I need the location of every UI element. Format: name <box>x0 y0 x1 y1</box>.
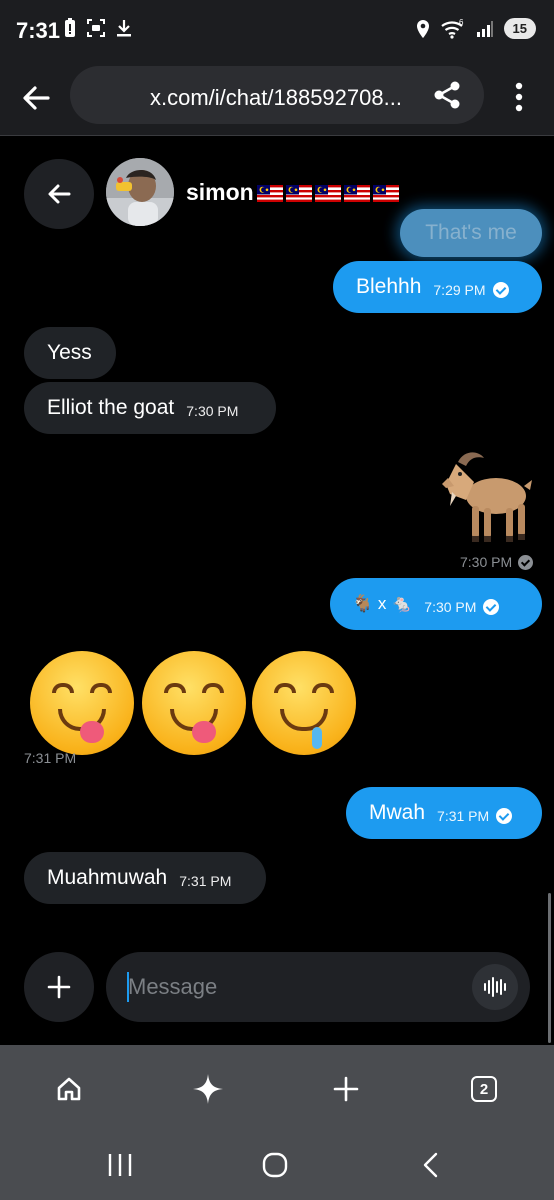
back-arrow-icon[interactable] <box>18 80 54 116</box>
goat-emoji-message[interactable] <box>426 448 536 548</box>
message-time: 7:31 PM <box>24 750 77 766</box>
yum-emoji <box>30 651 134 755</box>
emoji-message-incoming[interactable] <box>30 651 360 761</box>
message-bubble-incoming[interactable]: Elliot the goat 7:30 PM <box>24 382 276 434</box>
message-time: 7:30 PM <box>424 599 477 615</box>
avatar-image <box>106 158 174 226</box>
message-bubble-outgoing[interactable]: Mwah 7:31 PM <box>346 787 542 839</box>
yum-emoji <box>142 651 246 755</box>
browser-bottom-nav: 2 <box>0 1045 554 1200</box>
read-check-icon <box>483 599 500 615</box>
message-text: Muahmuwah <box>47 866 168 889</box>
recents-button[interactable] <box>100 1149 140 1181</box>
contact-name-text: simon <box>186 179 254 205</box>
battery-alert-icon <box>65 18 75 37</box>
read-check-icon <box>496 808 513 824</box>
voice-wave-icon <box>484 977 506 997</box>
battery-level: 15 <box>503 18 536 39</box>
status-icons-left <box>64 18 132 38</box>
message-bubble-incoming[interactable]: Yess <box>24 327 116 379</box>
message-time: 7:31 PM <box>179 873 232 889</box>
chat-thread: That's me simon Blehhh 7:29 PM Yess Elli… <box>0 137 554 1045</box>
message-text: Elliot the goat <box>47 396 175 419</box>
attach-button[interactable] <box>24 952 94 1022</box>
message-text: Blehhh <box>356 275 422 298</box>
system-back-icon <box>423 1152 438 1178</box>
system-home-button[interactable] <box>255 1149 295 1181</box>
avatar[interactable] <box>106 158 174 226</box>
screenshot-icon <box>87 19 105 37</box>
message-timestamp: 7:30 PM <box>460 554 534 570</box>
address-bar[interactable]: x.com/i/chat/188592708... <box>70 66 484 124</box>
new-tab-button[interactable] <box>328 1071 364 1107</box>
message-input[interactable] <box>128 968 458 1006</box>
message-composer <box>106 952 530 1022</box>
status-icons-right: 6 15 <box>416 18 536 39</box>
more-vert-icon[interactable] <box>508 80 530 114</box>
status-time: 7:31 <box>16 18 61 43</box>
voice-message-button[interactable] <box>472 964 518 1010</box>
status-bar: 7:31 6 15 <box>0 0 554 62</box>
scrollbar[interactable] <box>548 893 551 1043</box>
tab-switcher-button[interactable]: 2 <box>466 1071 502 1107</box>
home-button[interactable] <box>51 1071 87 1107</box>
wifi-icon: 6 <box>440 19 464 39</box>
message-text: Yess <box>47 341 92 364</box>
message-bubble-outgoing[interactable]: 🐐 x 🐁 7:30 PM <box>330 578 542 630</box>
malaysia-flag-icon <box>256 184 399 202</box>
message-timestamp: 7:31 PM <box>24 750 76 766</box>
share-icon[interactable] <box>432 80 462 110</box>
message-text: Mwah <box>369 801 426 824</box>
home-circle-icon <box>262 1152 288 1178</box>
network-type-label: 6 <box>459 19 464 27</box>
browser-toolbar: x.com/i/chat/188592708... <box>0 62 554 136</box>
message-bubble-outgoing[interactable]: Blehhh 7:29 PM <box>333 261 542 313</box>
message-time: 7:29 PM <box>433 282 486 298</box>
location-icon <box>416 19 429 38</box>
message-bubble-incoming[interactable]: Muahmuwah 7:31 PM <box>24 852 266 904</box>
sent-check-icon <box>518 554 534 570</box>
chat-back-button[interactable] <box>24 159 94 229</box>
back-arrow-icon <box>48 184 71 204</box>
system-back-button[interactable] <box>410 1149 450 1181</box>
signal-icon <box>476 20 493 37</box>
tab-switcher-icon: 2 <box>471 1076 497 1102</box>
url-text: x.com/i/chat/188592708... <box>150 85 402 110</box>
home-icon <box>57 1077 81 1101</box>
download-icon <box>117 20 131 37</box>
ai-button[interactable] <box>190 1071 226 1107</box>
message-time: 7:30 PM <box>186 403 239 419</box>
message-text: 🐐 x 🐁 <box>352 594 413 613</box>
message-time: 7:30 PM <box>460 554 513 570</box>
recents-icon <box>108 1154 132 1176</box>
message-time: 7:31 PM <box>437 808 490 824</box>
ghost-message-text: That's me <box>425 221 517 244</box>
new-tab-icon <box>333 1076 359 1102</box>
read-check-icon <box>492 282 509 298</box>
ghost-message-bubble: That's me <box>400 209 542 257</box>
sparkle-icon <box>193 1074 223 1104</box>
contact-name[interactable]: simon <box>186 179 400 206</box>
drooling-emoji <box>252 651 356 755</box>
plus-icon <box>47 975 71 999</box>
